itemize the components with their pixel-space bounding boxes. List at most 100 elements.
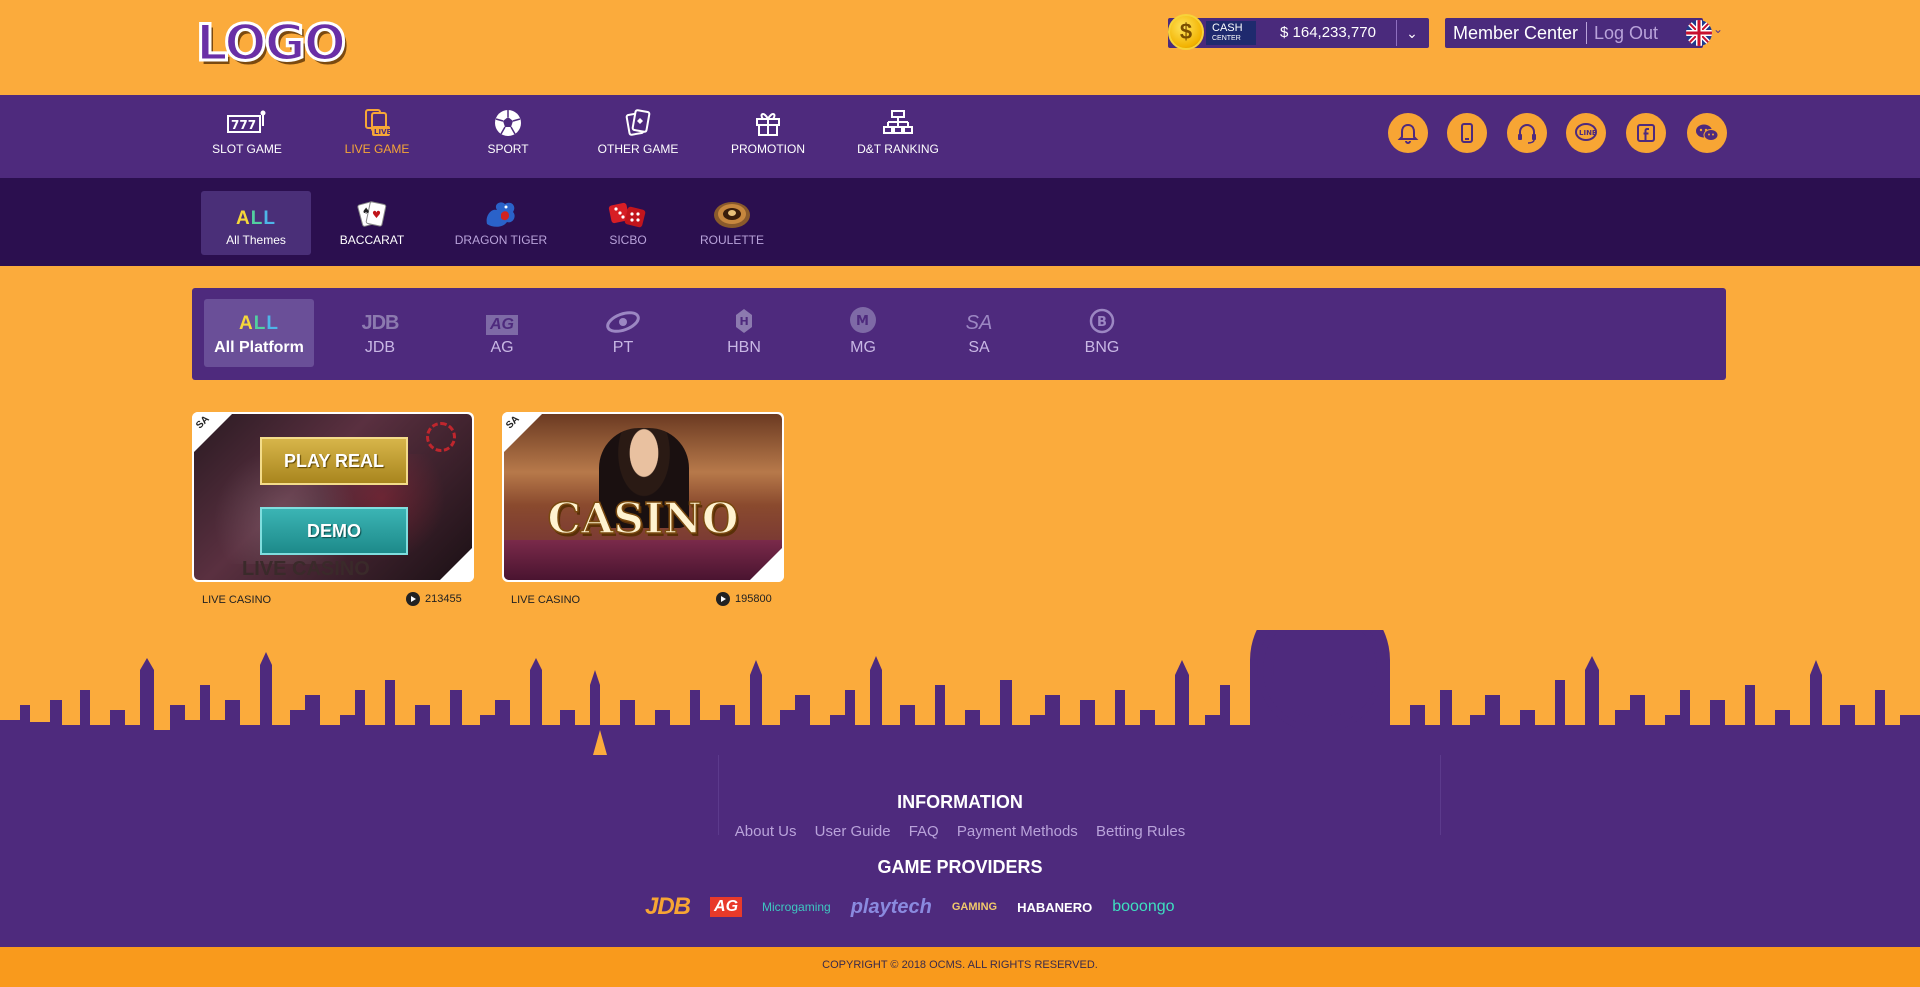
about-us-link[interactable]: About Us	[735, 823, 797, 840]
svg-text:♥: ♥	[372, 210, 381, 221]
booongo-logo: booongo	[1112, 898, 1175, 915]
nav-label: SLOT GAME	[212, 142, 282, 156]
game-name: LIVE CASINO	[202, 594, 272, 606]
user-guide-link[interactable]: User Guide	[815, 823, 891, 840]
divider	[1586, 22, 1587, 44]
platform-ag[interactable]: AG AG	[447, 299, 557, 367]
gift-icon	[713, 108, 823, 138]
theme-label: SICBO	[609, 233, 647, 247]
hbn-icon-text: H	[740, 315, 749, 328]
game-card[interactable]: CASINO SA	[502, 412, 784, 582]
play-count-value: 213455	[425, 593, 462, 605]
nav-sport[interactable]: SPORT	[453, 108, 563, 156]
nav-label: D&T RANKING	[857, 142, 939, 156]
platform-hbn[interactable]: H HBN	[689, 299, 799, 367]
headset-icon[interactable]	[1507, 113, 1547, 153]
theme-label: All Themes	[226, 233, 286, 247]
site-logo[interactable]: LOGO	[194, 13, 347, 74]
play-real-button[interactable]: PLAY REAL	[260, 437, 408, 485]
playing-cards-icon: ♥ ♠	[317, 194, 427, 230]
platform-label: AG	[490, 339, 514, 356]
coin-icon: $	[1168, 14, 1204, 50]
nav-live-game[interactable]: LIVE LIVE GAME	[322, 108, 432, 156]
facebook-icon[interactable]	[1626, 113, 1666, 153]
cash-balance: $ 164,233,770	[1280, 24, 1376, 41]
play-icon	[716, 592, 730, 606]
mg-icon-text: M	[856, 314, 869, 329]
platform-jdb[interactable]: JDB JDB	[325, 299, 435, 367]
copyright-text: COPYRIGHT © 2018 OCMS. ALL RIGHTS RESERV…	[822, 959, 1098, 971]
dragon-icon	[446, 194, 556, 230]
cash-center-label: CASH CENTER	[1206, 21, 1256, 45]
information-title: INFORMATION	[897, 792, 1023, 812]
faq-link[interactable]: FAQ	[909, 823, 939, 840]
theme-all[interactable]: ALL All Themes	[201, 191, 311, 255]
platform-pt[interactable]: PT	[568, 299, 678, 367]
game-thumbnail: LIVE CASINO PLAY REAL DEMO	[194, 414, 472, 580]
sa-logo-icon: SA	[965, 312, 993, 334]
play-count: 195800	[716, 592, 772, 606]
wechat-icon[interactable]	[1687, 113, 1727, 153]
mobile-icon[interactable]	[1447, 113, 1487, 153]
member-center-link[interactable]: Member Center	[1453, 18, 1578, 48]
info-links: About Us User Guide FAQ Payment Methods …	[0, 823, 1920, 840]
play-icon	[406, 592, 420, 606]
game-thumbnail: CASINO	[504, 414, 782, 580]
demo-button[interactable]: DEMO	[260, 507, 408, 555]
all-icon: ALL	[239, 313, 279, 334]
betting-rules-link[interactable]: Betting Rules	[1096, 823, 1185, 840]
platform-mg[interactable]: M MG	[808, 299, 918, 367]
svg-text:LINE: LINE	[1579, 129, 1597, 137]
platform-label: SA	[968, 339, 990, 356]
language-chevron-icon[interactable]: ⌄	[1713, 22, 1723, 36]
playtech-logo: playtech	[850, 895, 932, 918]
platform-bng[interactable]: B BNG	[1047, 299, 1157, 367]
pt-logo-icon	[568, 301, 678, 335]
svg-text:♠: ♠	[362, 207, 370, 217]
nav-label: OTHER GAME	[597, 142, 679, 156]
platform-sa[interactable]: SA SA	[924, 299, 1034, 367]
nav-label: LIVE GAME	[344, 142, 410, 156]
provider-logos: JDB AG Microgaming playtech GAMING HABAN…	[645, 893, 1175, 921]
platform-label: All Platform	[214, 339, 304, 356]
nav-dt-ranking[interactable]: D&T RANKING	[843, 108, 953, 156]
jdb-logo-icon: JDB	[361, 312, 399, 334]
theme-label: BACCARAT	[339, 233, 405, 247]
ag-logo: AG	[710, 897, 743, 917]
theme-sicbo[interactable]: SICBO	[573, 191, 683, 255]
nav-label: PROMOTION	[731, 142, 805, 156]
bng-icon-text: B	[1097, 315, 1107, 330]
nav-slot-game[interactable]: 777 SLOT GAME	[192, 108, 302, 156]
payment-methods-link[interactable]: Payment Methods	[957, 823, 1078, 840]
habanero-logo: HABANERO	[1017, 899, 1093, 915]
microgaming-logo: Microgaming	[762, 900, 831, 914]
casino-banner: CASINO	[547, 493, 739, 544]
theme-baccarat[interactable]: ♥ ♠ BACCARAT	[317, 191, 427, 255]
game-name: LIVE CASINO	[511, 594, 581, 606]
chip-icon	[426, 422, 456, 452]
platform-label: PT	[612, 339, 634, 356]
play-count-value: 195800	[735, 593, 772, 605]
platform-label: MG	[850, 339, 876, 356]
line-icon[interactable]: LINE	[1566, 113, 1606, 153]
ag-logo-icon: AG	[447, 301, 557, 335]
chevron-down-icon[interactable]: ⌄	[1396, 20, 1427, 46]
cards-icon	[583, 108, 693, 138]
platform-label: HBN	[727, 339, 761, 356]
platform-label: BNG	[1084, 339, 1120, 356]
nav-label: SPORT	[487, 142, 529, 156]
center-label: CENTER	[1212, 35, 1241, 42]
uk-flag-icon[interactable]	[1686, 20, 1712, 46]
table-decor	[504, 540, 782, 580]
nav-other-game[interactable]: OTHER GAME	[583, 108, 693, 156]
platform-all[interactable]: ALL All Platform	[204, 299, 314, 367]
theme-label: ROULETTE	[699, 233, 764, 247]
game-card[interactable]: LIVE CASINO PLAY REAL DEMO SA	[192, 412, 474, 582]
theme-dragon-tiger[interactable]: DRAGON TIGER	[446, 191, 556, 255]
theme-roulette[interactable]: ROULETTE	[677, 191, 787, 255]
logout-link[interactable]: Log Out	[1594, 18, 1658, 48]
nav-promotion[interactable]: PROMOTION	[713, 108, 823, 156]
bell-icon[interactable]	[1388, 113, 1428, 153]
svg-text:LIVE: LIVE	[374, 128, 391, 136]
play-count: 213455	[406, 592, 462, 606]
